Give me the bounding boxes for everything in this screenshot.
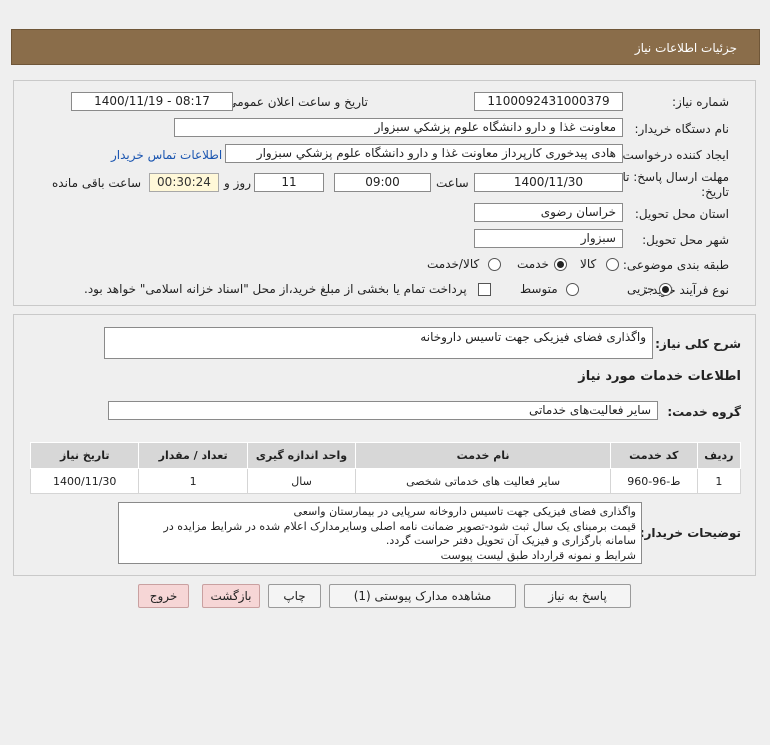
col-quantity: تعداد / مقدار	[138, 442, 248, 469]
summary-field: واگذاری فضای فیزیکی جهت تاسیس داروخانه	[104, 327, 653, 359]
cell-unit: سال	[246, 468, 357, 494]
province-field: خراسان رضوی	[474, 203, 623, 222]
exit-button[interactable]: خروج	[138, 584, 189, 608]
details-panel: شماره نیاز: 1100092431000379 تاریخ و ساع…	[13, 80, 756, 306]
remaining-time-field: 00:30:24	[149, 173, 219, 192]
col-unit: واحد اندازه گیری	[246, 442, 357, 469]
cell-need-date: 1400/11/30	[29, 468, 140, 494]
category-option-service: خدمت	[517, 257, 549, 271]
buyer-notes-line: واگذاری فضای فیزیکی جهت تاسیس داروخانه س…	[293, 505, 636, 518]
treasury-payment-note: پرداخت تمام یا بخشی از مبلغ خرید،از محل …	[84, 282, 467, 296]
process-radio-minor[interactable]	[659, 283, 672, 296]
category-option-goods: کالا	[580, 257, 597, 271]
buyer-notes-line: قیمت برمبنای یک سال ثبت شود-تصویر ضمانت …	[163, 519, 636, 533]
announce-datetime-field: 1400/11/19 - 08:17	[71, 92, 233, 111]
remaining-time-label: ساعت باقی مانده	[52, 176, 142, 190]
buyer-notes-line: شرایط و نمونه قرارداد طبق لیست پیوست	[440, 548, 636, 562]
cell-quantity: 1	[138, 468, 248, 494]
buyer-notes-line: سامانه بارگزاری و فیزیک آن تحویل دفتر حر…	[385, 534, 636, 547]
view-attachments-button[interactable]: مشاهده مدارک پیوستی (1)	[329, 584, 516, 608]
buyer-notes-label: توضیحات خریدار:	[639, 526, 741, 540]
buyer-contact-link[interactable]: اطلاعات تماس خریدار	[111, 148, 222, 162]
col-service-name: نام خدمت	[355, 442, 611, 469]
services-section-title: اطلاعات خدمات مورد نیاز	[578, 369, 741, 384]
city-field: سبزوار	[474, 229, 623, 248]
deadline-date-field: 1400/11/30	[474, 173, 623, 192]
buyer-org-field: معاونت غذا و دارو دانشگاه علوم پزشکي سبز…	[174, 118, 623, 137]
category-radio-goods[interactable]	[606, 258, 619, 271]
page-title-bar: جزئیات اطلاعات نیاز	[11, 29, 760, 65]
services-panel: شرح کلی نیاز: واگذاری فضای فیزیکی جهت تا…	[13, 314, 756, 576]
days-remaining-field: 11	[254, 173, 324, 192]
print-button[interactable]: چاپ	[268, 584, 321, 608]
days-label: روز و	[224, 176, 251, 190]
col-row-number: ردیف	[696, 442, 742, 469]
category-radio-goods-service[interactable]	[488, 258, 501, 271]
province-label: استان محل تحویل:	[634, 207, 729, 221]
deadline-label-date: تاریخ:	[701, 185, 729, 199]
cell-service-code: ط-96-960	[609, 468, 698, 494]
services-table: ردیف کد خدمت نام خدمت واحد اندازه گیری ت…	[29, 442, 742, 494]
col-service-code: کد خدمت	[609, 442, 698, 469]
buyer-notes-field: واگذاری فضای فیزیکی جهت تاسیس داروخانه س…	[118, 502, 642, 564]
process-radio-medium[interactable]	[566, 283, 579, 296]
buyer-org-label: نام دستگاه خریدار:	[634, 122, 730, 136]
services-table-header: ردیف کد خدمت نام خدمت واحد اندازه گیری ت…	[29, 442, 742, 469]
page-title: جزئیات اطلاعات نیاز	[634, 41, 737, 55]
process-option-minor: جزیی	[627, 282, 655, 296]
process-type-label: نوع فرآیند خرید :	[644, 283, 729, 297]
category-label: طبقه بندی موضوعی:	[622, 258, 729, 272]
summary-label: شرح کلی نیاز:	[655, 337, 741, 351]
category-option-goods-service: کالا/خدمت	[427, 257, 480, 271]
cell-row-number: 1	[696, 468, 742, 494]
cell-service-name: سایر فعالیت های خدماتی شخصی	[355, 468, 611, 494]
need-number-label: شماره نیاز:	[672, 95, 729, 109]
treasury-payment-checkbox[interactable]	[478, 283, 491, 296]
col-need-date: تاریخ نیاز	[29, 442, 140, 469]
requester-label: ایجاد کننده درخواست:	[618, 148, 729, 162]
service-group-label: گروه خدمت:	[667, 405, 741, 419]
deadline-label: مهلت ارسال پاسخ: تا	[622, 170, 729, 184]
requester-field: هادی پیدخوری کارپرداز معاونت غذا و دارو …	[225, 144, 623, 163]
deadline-time-field: 09:00	[334, 173, 431, 192]
reply-button[interactable]: پاسخ به نیاز	[524, 584, 631, 608]
process-option-medium: متوسط	[520, 282, 558, 296]
need-number-field: 1100092431000379	[474, 92, 623, 111]
table-row: 1 ط-96-960 سایر فعالیت های خدماتی شخصی س…	[29, 468, 742, 494]
back-button[interactable]: بازگشت	[202, 584, 260, 608]
announce-datetime-label: تاریخ و ساعت اعلان عمومی:	[223, 95, 368, 109]
deadline-time-label: ساعت	[436, 176, 469, 190]
service-group-field: سایر فعالیت‌های خدماتی	[108, 401, 658, 420]
city-label: شهر محل تحویل:	[642, 233, 729, 247]
category-radio-service[interactable]	[554, 258, 567, 271]
